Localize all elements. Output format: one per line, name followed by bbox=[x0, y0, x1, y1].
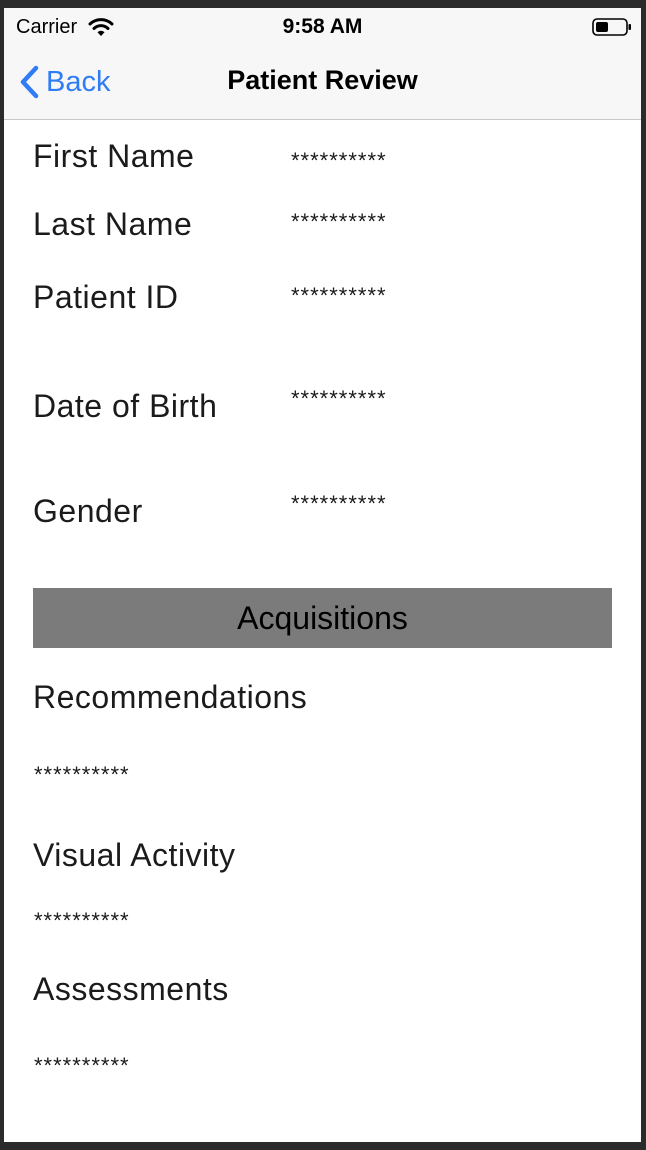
gender-value: ********** bbox=[291, 491, 387, 516]
last-name-label: Last Name bbox=[33, 206, 193, 242]
clock: 9:58 AM bbox=[282, 15, 363, 38]
page-title: Patient Review bbox=[227, 65, 418, 95]
assessments-label: Assessments bbox=[33, 971, 229, 1007]
first-name-label: First Name bbox=[33, 138, 195, 174]
patient-id-value: ********** bbox=[291, 283, 387, 308]
status-bar: Carrier 9:58 AM bbox=[4, 8, 641, 48]
visual-activity-label: Visual Activity bbox=[33, 837, 236, 873]
acquisitions-title: Acquisitions bbox=[237, 599, 408, 636]
date-of-birth-label: Date of Birth bbox=[33, 388, 218, 424]
first-name-value: ********** bbox=[291, 148, 387, 173]
acquisitions-header: Acquisitions bbox=[33, 588, 612, 648]
recommendations-value: ********** bbox=[34, 762, 130, 787]
last-name-value: ********** bbox=[291, 209, 387, 234]
visual-activity-value: ********** bbox=[34, 908, 130, 933]
patient-review-screen: Carrier 9:58 AM Back Patient Review Firs… bbox=[4, 8, 641, 1142]
assessments-value: ********** bbox=[34, 1053, 130, 1078]
patient-id-label: Patient ID bbox=[33, 279, 179, 315]
battery-icon bbox=[592, 18, 631, 36]
navigation-bar: Back Patient Review bbox=[4, 48, 641, 120]
date-of-birth-value: ********** bbox=[291, 386, 387, 411]
recommendations-label: Recommendations bbox=[33, 679, 308, 715]
gender-label: Gender bbox=[33, 493, 143, 529]
